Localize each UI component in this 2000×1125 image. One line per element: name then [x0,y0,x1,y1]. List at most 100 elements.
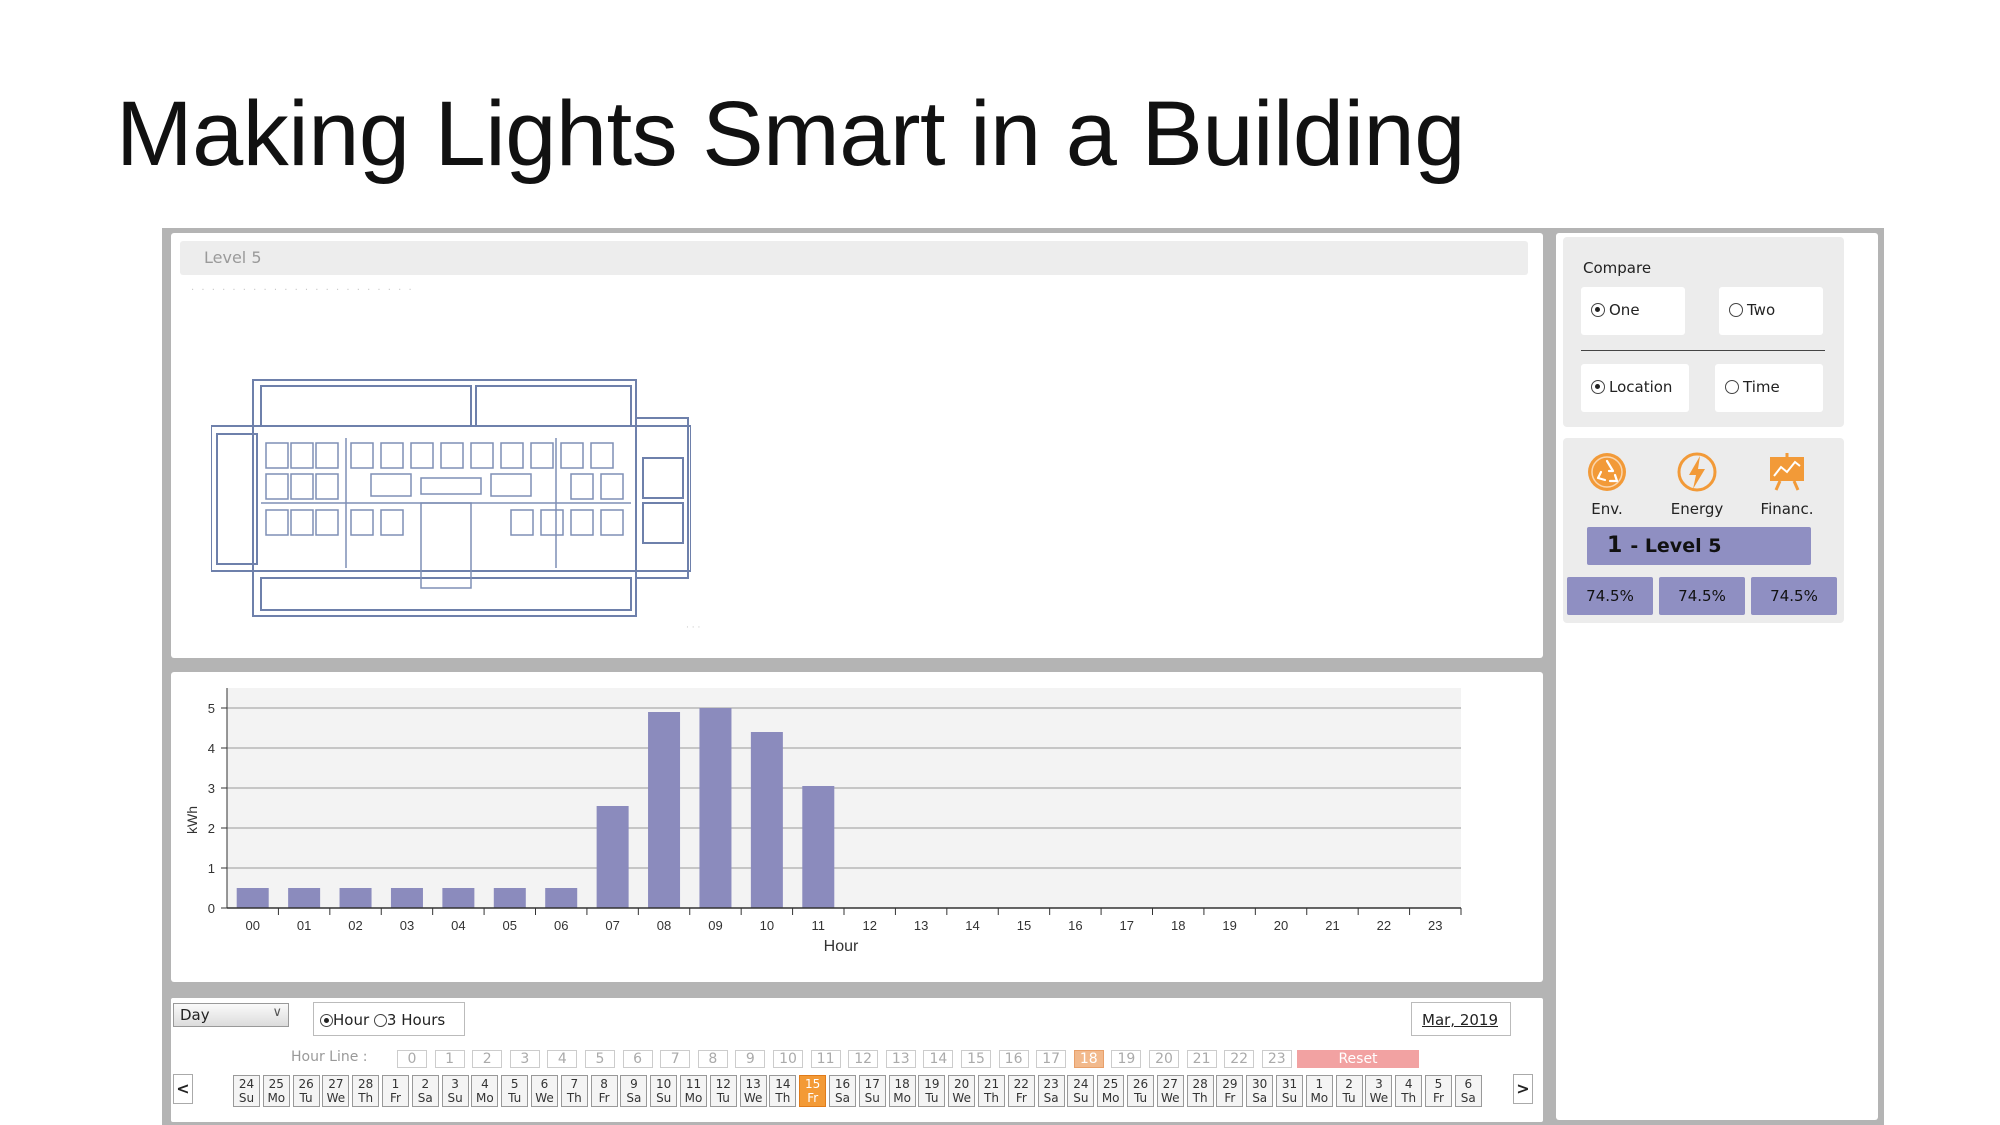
chart-bar[interactable] [288,888,321,908]
date-cell[interactable]: 30 Sa [1246,1075,1274,1107]
compare-location-option[interactable]: Location [1581,364,1689,412]
date-cell[interactable]: 6 We [531,1075,558,1107]
date-cell[interactable]: 31 Su [1276,1075,1303,1107]
date-cell[interactable]: 20 We [948,1075,976,1107]
hour-line-cell[interactable]: 1 [434,1050,465,1068]
time-radio[interactable] [1725,380,1739,394]
hour-line-cell[interactable]: 5 [585,1050,615,1068]
prev-arrow-button[interactable]: < [173,1074,193,1104]
date-cell[interactable]: 16 Sa [829,1075,856,1107]
hour-line-cell[interactable]: 7 [660,1050,691,1068]
compare-time-option[interactable]: Time [1715,364,1823,412]
date-cell[interactable]: 26 Tu [292,1075,320,1107]
x-tick-label: 09 [708,918,722,933]
next-arrow-button[interactable]: > [1513,1074,1533,1104]
hour-line-cell[interactable]: 14 [923,1050,954,1068]
date-cell[interactable]: 7 Th [560,1075,588,1107]
reset-button[interactable]: Reset [1297,1050,1419,1068]
hour-line-cell[interactable]: 4 [547,1050,578,1068]
chart-bar[interactable] [545,888,578,908]
date-cell[interactable]: 27 We [1156,1075,1184,1107]
chart-bar[interactable] [236,888,269,908]
two-radio[interactable] [1729,303,1743,317]
hour-line-cell[interactable]: 10 [773,1050,803,1068]
chart-bar[interactable] [699,708,732,908]
date-cell[interactable]: 9 Sa [620,1075,648,1107]
date-cell[interactable]: 14 Th [769,1075,797,1107]
date-cell[interactable]: 6 Sa [1454,1075,1482,1107]
x-tick-label: 20 [1274,918,1288,933]
date-cell[interactable]: 4 Mo [471,1075,499,1107]
chart-bar[interactable] [390,888,423,908]
period-select[interactable]: Day ∨ [173,1003,289,1027]
month-button[interactable]: Mar, 2019 [1411,1002,1511,1036]
chart-bar[interactable] [802,786,835,908]
date-cell[interactable]: 18 Mo [888,1075,916,1107]
compare-one-option[interactable]: One [1581,287,1685,335]
date-cell[interactable]: 1 Fr [382,1075,409,1107]
hour-line-cell[interactable]: 2 [472,1050,503,1068]
date-cell[interactable]: 15 Fr [799,1075,827,1107]
hour-line-cell[interactable]: 13 [885,1050,916,1068]
hour-line-cell[interactable]: 15 [961,1050,991,1068]
env-metric[interactable]: Env. [1567,450,1647,518]
date-cell[interactable]: 4 Th [1395,1075,1423,1107]
date-cell[interactable]: 24 Su [233,1075,260,1107]
chart-bar[interactable] [596,806,629,908]
date-cell[interactable]: 23 Sa [1037,1075,1065,1107]
date-cell[interactable]: 24 Su [1067,1075,1095,1107]
hour-radio[interactable] [320,1014,333,1027]
one-radio[interactable] [1591,303,1605,317]
date-cell[interactable]: 29 Fr [1216,1075,1244,1107]
compare-two-option[interactable]: Two [1719,287,1823,335]
date-cell[interactable]: 27 We [322,1075,350,1107]
date-cell[interactable]: 5 Fr [1425,1075,1452,1107]
date-cell[interactable]: 26 Tu [1127,1075,1154,1107]
hour-line-cell[interactable]: 3 [509,1050,540,1068]
hour-line-cell[interactable]: 16 [998,1050,1029,1068]
chart-bar[interactable] [750,732,783,908]
date-cell[interactable]: 5 Tu [501,1075,529,1107]
date-cell[interactable]: 28 Th [352,1075,380,1107]
date-cell[interactable]: 10 Su [650,1075,678,1107]
date-cell[interactable]: 2 Sa [411,1075,439,1107]
hour-line-cell[interactable]: 12 [848,1050,879,1068]
hour-line-cell[interactable]: 23 [1261,1050,1292,1068]
hour-line-cell[interactable]: 21 [1186,1050,1217,1068]
date-cell[interactable]: 3 Su [441,1075,469,1107]
date-cell[interactable]: 19 Tu [918,1075,946,1107]
chart-bar[interactable] [648,712,681,908]
hour-line-cell[interactable]: 19 [1111,1050,1142,1068]
hour-line-cell[interactable]: 18 [1073,1050,1104,1068]
hour-line-cell[interactable]: 9 [735,1050,766,1068]
date-cell[interactable]: 28 Th [1186,1075,1214,1107]
date-cell[interactable]: 17 Su [858,1075,886,1107]
energy-metric[interactable]: Energy [1657,450,1737,518]
date-cell[interactable]: 21 Th [978,1075,1005,1107]
date-cell[interactable]: 13 We [739,1075,767,1107]
hour-line-cell[interactable]: 22 [1224,1050,1255,1068]
date-cell[interactable]: 2 Tu [1335,1075,1363,1107]
hour-line-cell[interactable]: 8 [697,1050,728,1068]
floor-plan-map[interactable] [211,378,691,618]
date-cell[interactable]: 25 Mo [262,1075,290,1107]
date-cell[interactable]: 22 Fr [1007,1075,1035,1107]
hour-line-cell[interactable]: 17 [1036,1050,1067,1068]
chart-bar[interactable] [493,888,526,908]
hour-line-cell[interactable]: 20 [1149,1050,1179,1068]
selected-level-button[interactable]: 1 - Level 5 [1587,527,1811,565]
hour-line-cell[interactable]: 11 [810,1050,841,1068]
date-cell[interactable]: 1 Mo [1305,1075,1333,1107]
three-hours-radio[interactable] [373,1014,387,1027]
date-cell[interactable]: 25 Mo [1097,1075,1125,1107]
chart-bar[interactable] [339,888,372,908]
location-radio[interactable] [1591,380,1605,394]
date-cell[interactable]: 12 Tu [709,1075,737,1107]
date-cell[interactable]: 3 We [1365,1075,1393,1107]
hour-line-cell[interactable]: 0 [397,1050,427,1068]
date-cell[interactable]: 8 Fr [590,1075,618,1107]
hour-line-cell[interactable]: 6 [622,1050,653,1068]
financ-metric[interactable]: Financ. [1747,450,1827,518]
chart-bar[interactable] [442,888,475,908]
date-cell[interactable]: 11 Mo [680,1075,707,1107]
